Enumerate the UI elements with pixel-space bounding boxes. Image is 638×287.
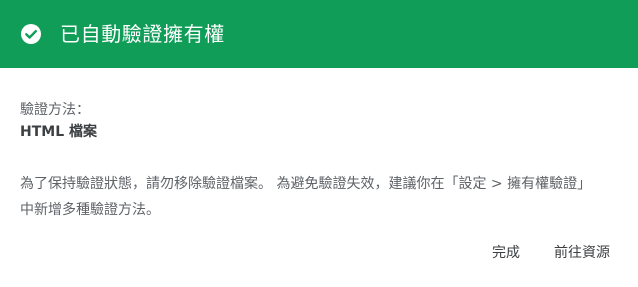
verification-message: 為了保持驗證狀態，請勿移除驗證檔案。 為避免驗證失效，建議你在「設定 > 擁有權… [20,176,592,218]
verification-method-label: 驗證方法： [20,102,90,118]
dialog-actions: 完成 前往資源 [492,241,610,265]
verification-method-value: HTML 檔案 [20,124,97,140]
done-button[interactable]: 完成 [492,241,520,265]
go-to-property-button[interactable]: 前往資源 [554,241,610,265]
dialog-title: 已自動驗證擁有權 [60,22,225,46]
ownership-verified-dialog: 已自動驗證擁有權 驗證方法： HTML 檔案 為了保持驗證狀態，請勿移除驗證檔案… [0,0,638,287]
check-circle-icon [20,23,42,45]
dialog-header: 已自動驗證擁有權 [0,0,638,68]
